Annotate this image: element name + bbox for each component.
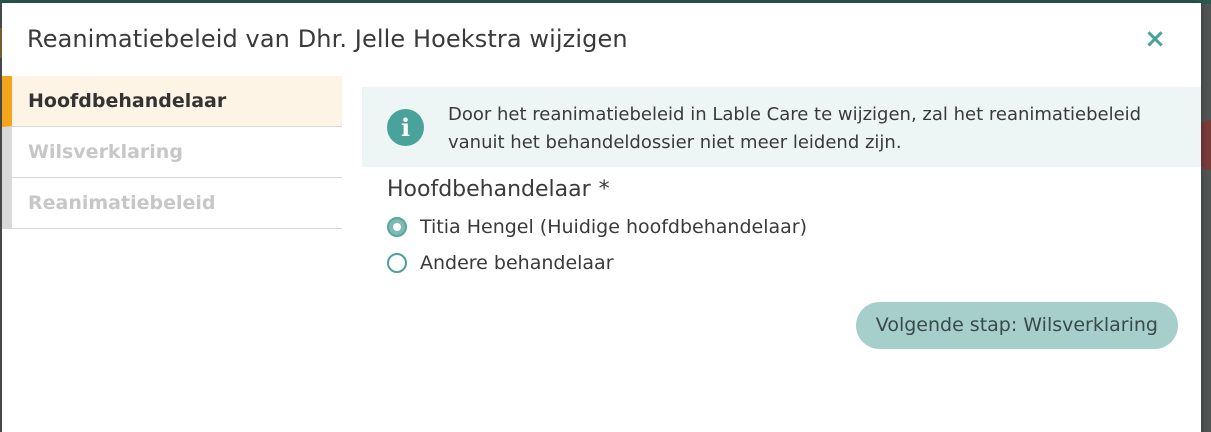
- radio-option-current[interactable]: Titia Hengel (Huidige hoofdbehandelaar): [387, 216, 807, 238]
- field-label-text: Hoofdbehandelaar: [387, 177, 591, 202]
- field-label: Hoofdbehandelaar *: [387, 177, 610, 202]
- radio-option-other[interactable]: Andere behandelaar: [387, 252, 614, 274]
- radio-option-label: Andere behandelaar: [420, 252, 614, 274]
- step-hoofdbehandelaar[interactable]: Hoofdbehandelaar: [2, 76, 342, 127]
- radio-option-label: Titia Hengel (Huidige hoofdbehandelaar): [420, 216, 808, 238]
- radio-unchecked-icon[interactable]: [387, 253, 407, 273]
- step-content: i Door het reanimatiebeleid in Lable Car…: [362, 87, 1201, 349]
- info-icon: i: [387, 109, 424, 146]
- step-navigation: Hoofdbehandelaar Wilsverklaring Reanimat…: [2, 76, 342, 229]
- info-text: Door het reanimatiebeleid in Lable Care …: [448, 104, 1142, 153]
- info-message: i Door het reanimatiebeleid in Lable Car…: [362, 87, 1201, 167]
- edit-resuscitation-modal: Reanimatiebeleid van Dhr. Jelle Hoekstra…: [2, 3, 1201, 432]
- modal-header: Reanimatiebeleid van Dhr. Jelle Hoekstra…: [2, 3, 1201, 75]
- next-step-button[interactable]: Volgende stap: Wilsverklaring: [855, 302, 1178, 349]
- step-reanimatiebeleid[interactable]: Reanimatiebeleid: [2, 178, 342, 229]
- modal-title: Reanimatiebeleid van Dhr. Jelle Hoekstra…: [27, 25, 628, 53]
- step-wilsverklaring[interactable]: Wilsverklaring: [2, 127, 342, 178]
- close-icon[interactable]: ×: [1143, 26, 1167, 52]
- required-marker: *: [598, 177, 610, 202]
- radio-checked-icon[interactable]: [387, 217, 407, 237]
